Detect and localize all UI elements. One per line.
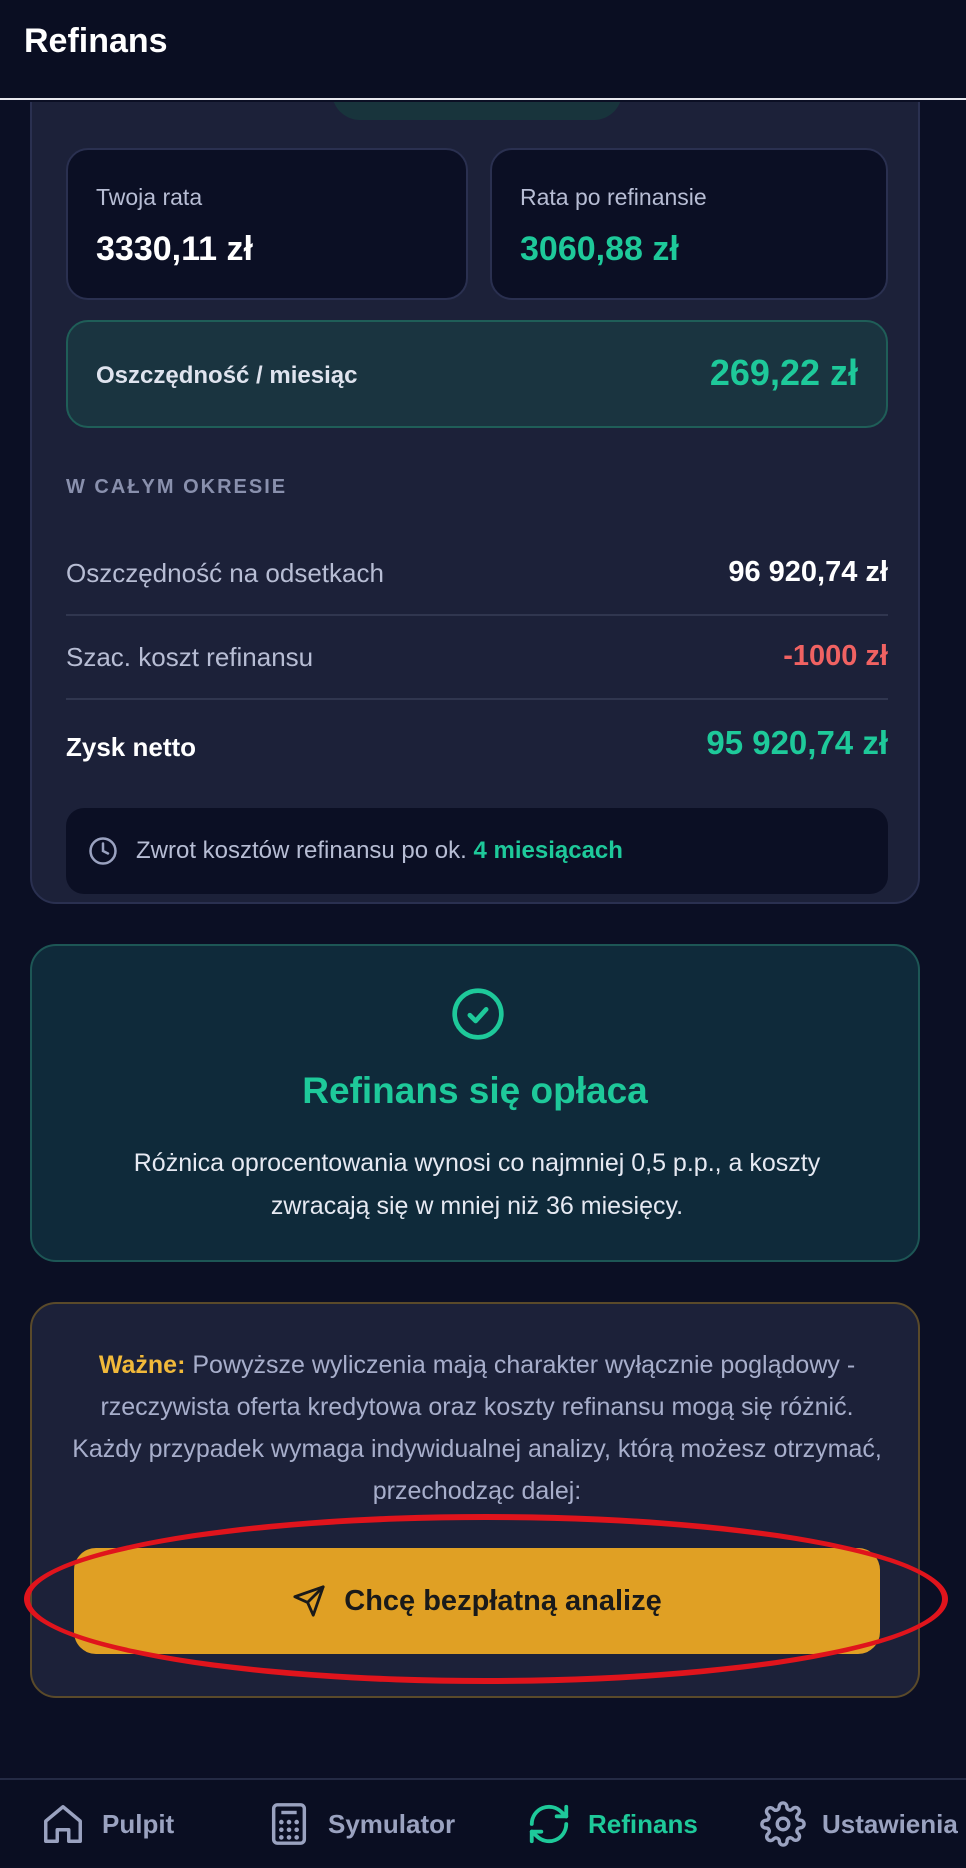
nav-label-ustawienia: Ustawienia (822, 1808, 958, 1839)
refinance-cost-label: Szac. koszt refinansu (66, 642, 314, 672)
period-heading: W CAŁYM OKRESIE (66, 476, 288, 498)
free-analysis-button[interactable]: Chcę bezpłatną analizę (74, 1548, 880, 1654)
nav-item-refinans[interactable]: Refinans (526, 1780, 698, 1868)
current-rate-label: Twoja rata (96, 184, 203, 210)
home-icon (44, 1805, 82, 1843)
clock-icon (89, 837, 117, 865)
new-rate-box: Rata po refinansie 3060,88 zł (490, 148, 888, 300)
nav-label-refinans: Refinans (588, 1808, 698, 1839)
interest-savings-label: Oszczędność na odsetkach (66, 558, 384, 588)
verdict-title: Refinans się opłaca (302, 1070, 648, 1111)
payback-text-wrap: Zwrot kosztów refinansu po ok. 4 miesiąc… (136, 837, 623, 865)
verdict-card: Refinans się opłaca Różnica oprocentowan… (30, 944, 920, 1262)
page-title: Refinans (24, 22, 168, 60)
important-card: Ważne: Powyższe wyliczenia mają charakte… (24, 1302, 948, 1698)
nav-label-symulator: Symulator (328, 1808, 456, 1839)
refinance-cost-value: -1000 zł (783, 640, 888, 672)
refinance-cost-row: Szac. koszt refinansu -1000 zł (66, 616, 888, 700)
free-analysis-label: Chcę bezpłatną analizę (344, 1584, 662, 1617)
refresh-icon (529, 1804, 569, 1844)
new-rate-label: Rata po refinansie (520, 184, 707, 210)
net-profit-label: Zysk netto (66, 732, 197, 762)
results-card: Twoja rata 3330,11 zł Rata po refinansie… (30, 102, 920, 904)
interest-savings-value: 96 920,74 zł (728, 556, 888, 588)
monthly-savings-label: Oszczędność / miesiąc (96, 362, 358, 389)
new-rate-value: 3060,88 zł (520, 230, 679, 268)
current-rate-value: 3330,11 zł (96, 230, 253, 268)
result-pill (332, 102, 622, 120)
nav-item-symulator[interactable]: Symulator (266, 1780, 455, 1868)
nav-label-pulpit: Pulpit (102, 1808, 175, 1839)
payback-info: Zwrot kosztów refinansu po ok. 4 miesiąc… (66, 808, 888, 894)
nav-item-ustawienia[interactable]: Ustawienia (760, 1780, 958, 1868)
check-circle-icon (452, 988, 504, 1040)
bottom-nav: Pulpit Symulator Refinans Ustawienia (0, 1778, 966, 1866)
calculator-icon (271, 1803, 307, 1845)
send-icon (293, 1585, 325, 1617)
payback-highlight: 4 miesiącach (473, 837, 623, 864)
app-header: Refinans (0, 0, 966, 100)
important-label: Ważne: (98, 1351, 186, 1379)
net-profit-value: 95 920,74 zł (706, 724, 888, 761)
important-text-wrap: Ważne: Powyższe wyliczenia mają charakte… (72, 1344, 882, 1512)
net-profit-row: Zysk netto 95 920,74 zł (66, 700, 888, 784)
important-text: Powyższe wyliczenia mają charakter wyłąc… (72, 1351, 882, 1505)
gear-icon (760, 1801, 806, 1847)
verdict-description: Różnica oprocentowania wynosi co najmnie… (133, 1149, 821, 1220)
payback-text: Zwrot kosztów refinansu po ok. (136, 837, 467, 864)
current-rate-box: Twoja rata 3330,11 zł (66, 148, 468, 300)
monthly-savings-value: 269,22 zł (709, 352, 858, 393)
interest-savings-row: Oszczędność na odsetkach 96 920,74 zł (66, 532, 888, 616)
nav-item-pulpit[interactable]: Pulpit (40, 1780, 174, 1868)
main-content[interactable]: Twoja rata 3330,11 zł Rata po refinansie… (0, 102, 966, 1778)
monthly-savings-box: Oszczędność / miesiąc 269,22 zł (66, 320, 888, 428)
